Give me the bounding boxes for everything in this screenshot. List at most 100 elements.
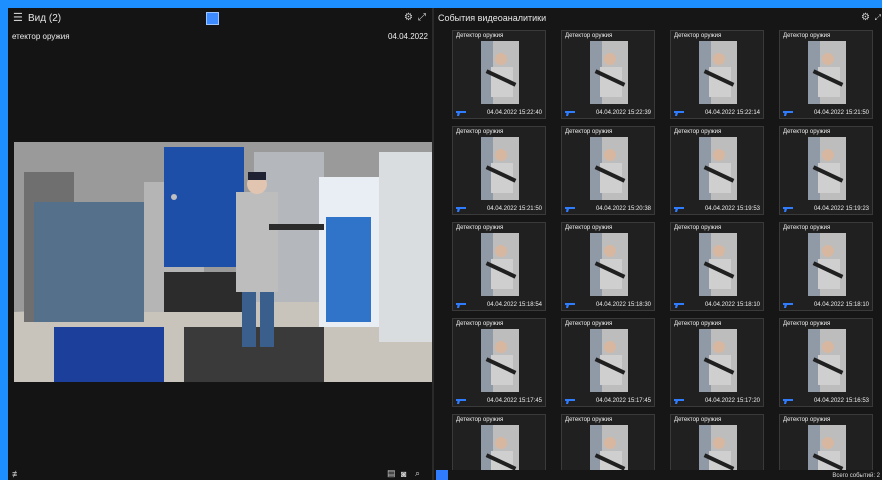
event-card[interactable]: Детектор оружия [670,414,764,470]
events-grid: Детектор оружия 04.04.2022 15:22:40 Детект… [434,28,882,470]
gun-icon [456,303,466,308]
event-card-date: 04.04.2022 15:17:45 [486,398,542,404]
event-card[interactable]: Детектор оружия [561,414,655,470]
layout-icon[interactable]: ▤ [387,468,396,479]
gun-icon [783,399,793,404]
event-card[interactable]: Детектор оружия 04.04.2022 15:21:50 [452,126,546,215]
expand-icon[interactable]: ⤢ [875,14,881,22]
menu-icon[interactable]: ☰ [13,13,23,24]
event-thumbnail [481,425,519,470]
event-thumbnail [808,233,846,296]
event-card-title: Детектор оружия [456,417,504,423]
event-card-title: Детектор оружия [456,129,504,135]
event-card-title: Детектор оружия [456,225,504,231]
event-card-date: 04.04.2022 15:17:45 [595,398,651,404]
event-card[interactable]: Детектор оружия 04.04.2022 15:20:38 [561,126,655,215]
settings-sliders-icon[interactable]: ≢ [12,469,21,479]
events-footer: Всего событий: 2 [434,470,882,480]
event-card-title: Детектор оружия [565,33,613,39]
event-card-title: Детектор оружия [674,33,722,39]
expand-icon[interactable]: ⤢ [418,13,426,23]
gun-icon [674,111,684,116]
event-thumbnail [699,425,737,470]
event-thumbnail [481,329,519,392]
event-card[interactable]: Детектор оружия [779,414,873,470]
event-thumbnail [481,233,519,296]
event-thumbnail [699,41,737,104]
event-card[interactable]: Детектор оружия 04.04.2022 15:19:23 [779,126,873,215]
analytics-events-panel: События видеоаналитики ⚙ ⤢ Детектор оруж… [434,8,882,480]
gun-icon [674,207,684,212]
gun-icon [783,111,793,116]
event-card-date: 04.04.2022 15:18:10 [704,302,760,308]
view-footer: ≢ ▤ ◙ ⌕ [8,466,432,480]
event-card-title: Детектор оружия [565,321,613,327]
gun-icon [456,111,466,116]
event-card[interactable]: Детектор оружия 04.04.2022 15:16:53 [779,318,873,407]
event-card-title: Детектор оружия [456,321,504,327]
event-thumbnail [590,233,628,296]
layout-selector-button[interactable] [206,12,219,25]
event-card[interactable]: Детектор оружия 04.04.2022 15:18:10 [779,222,873,311]
gun-icon [565,111,575,116]
events-panel-title: События видеоаналитики [438,13,547,23]
event-card[interactable]: Детектор оружия 04.04.2022 15:17:45 [561,318,655,407]
event-card[interactable]: Детектор оружия 04.04.2022 15:18:54 [452,222,546,311]
event-thumbnail [699,233,737,296]
event-card-title: Детектор оружия [674,417,722,423]
gear-icon[interactable]: ⚙ [861,13,870,23]
camera-date: 04.04.2022 [387,32,428,41]
view-header: ☰ Вид (2) ⚙ ⤢ [8,8,432,30]
event-thumbnail [590,137,628,200]
event-card[interactable]: Детектор оружия [452,414,546,470]
gun-icon [783,303,793,308]
event-thumbnail [699,137,737,200]
event-card-title: Детектор оружия [674,321,722,327]
camera-video-frame[interactable] [14,142,432,382]
gun-icon [565,207,575,212]
view-title: Вид (2) [28,13,62,24]
video-view-panel: ☰ Вид (2) ⚙ ⤢ етектор оружия 04.04.2022 [8,8,432,480]
event-card[interactable]: Детектор оружия 04.04.2022 15:18:30 [561,222,655,311]
event-card[interactable]: Детектор оружия 04.04.2022 15:17:45 [452,318,546,407]
event-card-date: 04.04.2022 15:18:10 [813,302,869,308]
gun-icon [674,399,684,404]
event-card-date: 04.04.2022 15:19:53 [704,206,760,212]
gear-icon[interactable]: ⚙ [404,13,413,23]
event-card-date: 04.04.2022 15:22:14 [704,110,760,116]
event-card[interactable]: Детектор оружия 04.04.2022 15:17:20 [670,318,764,407]
event-card[interactable]: Детектор оружия 04.04.2022 15:22:39 [561,30,655,119]
gun-icon [456,207,466,212]
search-icon[interactable]: ⌕ [415,468,420,479]
event-card-title: Детектор оружия [783,417,831,423]
event-card[interactable]: Детектор оружия 04.04.2022 15:22:40 [452,30,546,119]
event-card-date: 04.04.2022 15:20:38 [595,206,651,212]
camera-icon[interactable]: ◙ [401,469,406,479]
event-card[interactable]: Детектор оружия 04.04.2022 15:21:50 [779,30,873,119]
event-card-title: Детектор оружия [783,129,831,135]
event-thumbnail [590,425,628,470]
event-thumbnail [481,41,519,104]
event-card-title: Детектор оружия [565,129,613,135]
event-card-title: Детектор оружия [783,33,831,39]
event-card[interactable]: Детектор оружия 04.04.2022 15:19:53 [670,126,764,215]
event-card-date: 04.04.2022 15:22:39 [595,110,651,116]
gun-filter-icon[interactable] [436,470,448,480]
event-card-title: Детектор оружия [674,129,722,135]
event-thumbnail [481,137,519,200]
gun-icon [565,303,575,308]
event-card[interactable]: Детектор оружия 04.04.2022 15:18:10 [670,222,764,311]
gun-icon [565,399,575,404]
camera-title: етектор оружия [12,32,70,41]
event-thumbnail [590,329,628,392]
event-card-date: 04.04.2022 15:21:50 [486,206,542,212]
event-card-date: 04.04.2022 15:17:20 [704,398,760,404]
event-thumbnail [590,41,628,104]
event-card-date: 04.04.2022 15:18:54 [486,302,542,308]
event-card-date: 04.04.2022 15:19:23 [813,206,869,212]
event-card[interactable]: Детектор оружия 04.04.2022 15:22:14 [670,30,764,119]
event-card-date: 04.04.2022 15:18:30 [595,302,651,308]
gun-icon [783,207,793,212]
gun-icon [456,399,466,404]
event-thumbnail [808,329,846,392]
